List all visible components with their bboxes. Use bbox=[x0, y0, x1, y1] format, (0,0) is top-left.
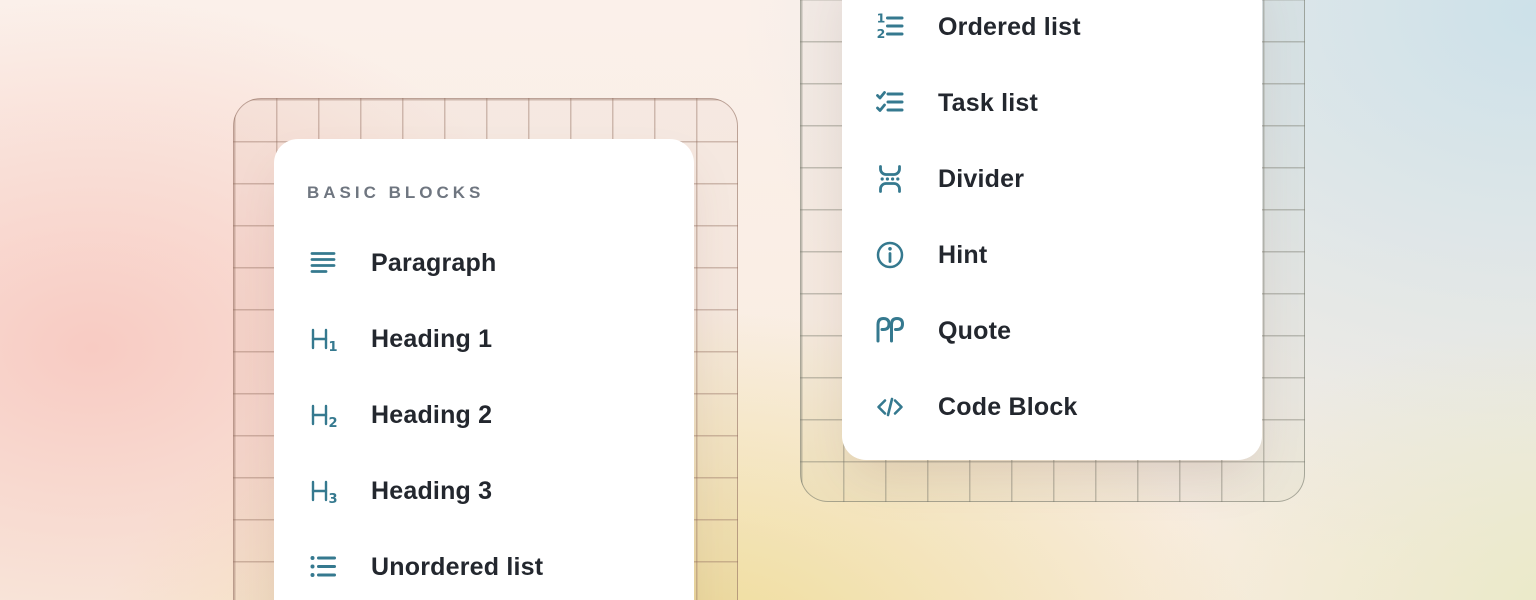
menu-item-label: Code Block bbox=[938, 393, 1078, 422]
menu-item-ordered-list[interactable]: 1 2 Ordered list bbox=[874, 0, 1242, 65]
menu-item-heading-2[interactable]: 2 Heading 2 bbox=[307, 377, 674, 453]
menu-item-paragraph[interactable]: Paragraph bbox=[307, 225, 674, 301]
svg-text:2: 2 bbox=[328, 416, 337, 431]
svg-text:3: 3 bbox=[328, 492, 337, 507]
menu-item-heading-1[interactable]: 1 Heading 1 bbox=[307, 301, 674, 377]
menu-item-label: Heading 2 bbox=[371, 401, 492, 430]
menu-item-task-list[interactable]: Task list bbox=[874, 65, 1242, 141]
paragraph-icon bbox=[307, 247, 339, 279]
ordered-list-icon: 1 2 bbox=[874, 11, 906, 43]
basic-blocks-menu-card: BASIC BLOCKS Paragraph 1 Heading 1 bbox=[274, 139, 694, 600]
menu-item-label: Task list bbox=[938, 89, 1038, 118]
menu-item-label: Hint bbox=[938, 241, 987, 270]
menu-item-label: Unordered list bbox=[371, 553, 543, 582]
block-menu-illustration: BASIC BLOCKS Paragraph 1 Heading 1 bbox=[0, 0, 1536, 600]
code-block-icon bbox=[874, 391, 906, 423]
menu-item-label: Quote bbox=[938, 317, 1011, 346]
menu-item-label: Heading 3 bbox=[371, 477, 492, 506]
svg-text:2: 2 bbox=[877, 26, 886, 41]
section-header: BASIC BLOCKS bbox=[307, 184, 674, 201]
unordered-list-icon bbox=[307, 551, 339, 583]
menu-item-hint[interactable]: Hint bbox=[874, 217, 1242, 293]
menu-item-label: Paragraph bbox=[371, 249, 496, 278]
heading-1-icon: 1 bbox=[307, 323, 339, 355]
menu-item-unordered-list[interactable]: Unordered list bbox=[307, 529, 674, 600]
menu-item-label: Divider bbox=[938, 165, 1024, 194]
blocks-menu-card-continued: 1 2 Ordered list bbox=[842, 0, 1262, 460]
svg-text:1: 1 bbox=[877, 11, 886, 26]
task-list-icon bbox=[874, 87, 906, 119]
heading-2-icon: 2 bbox=[307, 399, 339, 431]
heading-3-icon: 3 bbox=[307, 475, 339, 507]
menu-item-divider[interactable]: Divider bbox=[874, 141, 1242, 217]
menu-item-label: Ordered list bbox=[938, 13, 1081, 42]
menu-item-heading-3[interactable]: 3 Heading 3 bbox=[307, 453, 674, 529]
hint-icon bbox=[874, 239, 906, 271]
divider-icon bbox=[874, 163, 906, 195]
menu-item-label: Heading 1 bbox=[371, 325, 492, 354]
quote-icon bbox=[874, 315, 906, 347]
menu-item-quote[interactable]: Quote bbox=[874, 293, 1242, 369]
svg-text:1: 1 bbox=[328, 340, 337, 355]
menu-item-code-block[interactable]: Code Block bbox=[874, 369, 1242, 445]
